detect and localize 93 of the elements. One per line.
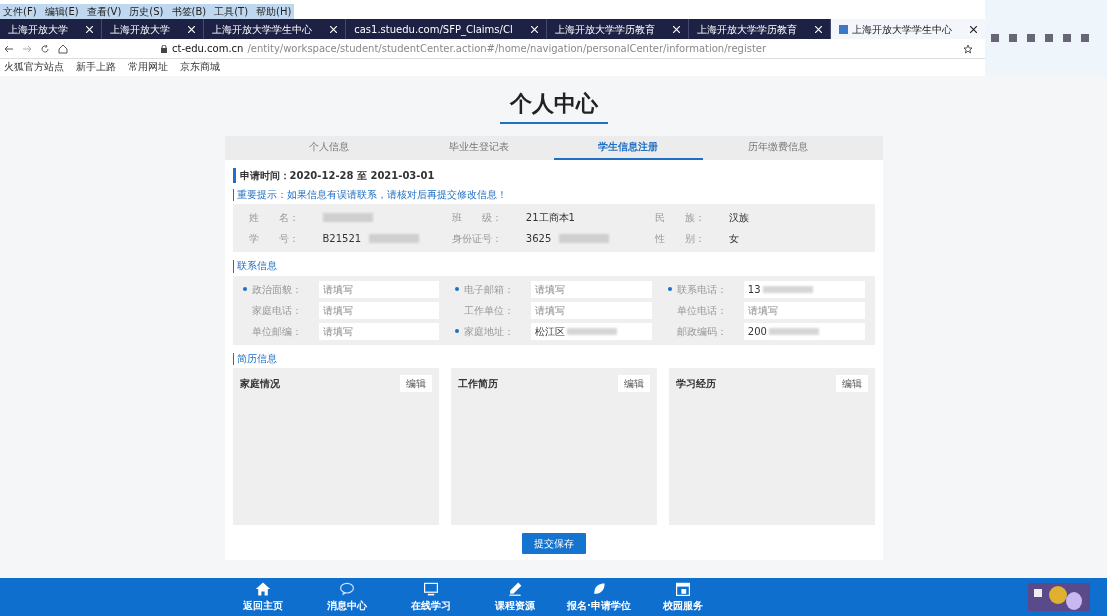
chat-bubble-icon [339,581,355,597]
back-arrow-icon[interactable] [4,43,14,54]
field-label: 联系电话： [676,282,728,297]
section-title: 联系信息 [232,260,277,273]
tab-title: 上海开放大学学生中心 [851,22,953,37]
input-field[interactable]: 请填写 [743,301,865,319]
bookmark[interactable]: 火狐官方站点 [4,59,64,74]
field-label: 单位电话： [676,303,728,318]
submit-button[interactable]: 提交保存 [521,533,586,554]
star-icon[interactable] [963,43,973,54]
field-label: 民 族： [655,211,707,225]
nav-button[interactable]: 在线学习 [393,581,469,613]
browser-tab[interactable]: 上海开放大学 [102,19,205,39]
field-label: 单位邮编： [251,324,303,339]
field-label: 工作单位： [464,303,516,318]
input-field[interactable]: 请填写 [318,301,440,319]
nav-button[interactable]: 报名·申请学位 [561,581,637,613]
tab-title: 上海开放大学 [8,22,69,37]
field-label: 身份证号： [451,232,503,246]
tab-title: 上海开放大学学历教育 [554,22,656,37]
input-field[interactable]: 请填写 [531,301,652,319]
menu-item[interactable]: 文件(F) [3,6,37,17]
tab-title: cas1.stuedu.com/SFP_Claims/Cl [354,22,514,37]
url-host: ct-edu.com.cn [172,42,244,56]
menu-item[interactable]: 历史(S) [129,6,164,17]
page-icon [838,24,848,34]
profile-tab[interactable]: 历年缴费信息 [703,135,853,160]
browser-tab[interactable]: cas1.stuedu.com/SFP_Claims/Cl [346,19,547,39]
ime-icon[interactable] [1028,583,1090,611]
menu-item[interactable]: 帮助(H) [256,6,292,17]
monitor-icon [423,581,439,597]
leaf-icon [591,581,607,597]
browser-tab[interactable]: 上海开放大学 [0,19,103,39]
input-field[interactable]: 松江区 [531,322,652,340]
input-field[interactable]: 请填写 [318,280,440,298]
field-label: 班 级： [451,211,503,225]
card-title: 工作简历 [457,377,498,391]
browser-tab[interactable]: 上海开放大学学历教育 [688,19,831,39]
browser-tab[interactable]: 上海开放大学学历教育 [546,19,689,39]
field-label: 学 号： [248,232,300,246]
field-value: 21工商本1 [525,211,575,225]
field-value: B21521 [322,232,362,246]
field-label: 电子邮箱： [464,282,516,297]
field-label: 政治面貌： [251,282,303,297]
menu-item[interactable]: 查看(V) [86,6,122,17]
field-value: 汉族 [729,211,750,225]
bookmark[interactable]: 京东商城 [180,59,220,74]
bookmark[interactable]: 新手上路 [76,59,116,74]
edit-button[interactable]: 编辑 [399,375,432,392]
nav-button[interactable]: 消息中心 [309,581,385,613]
profile-tab[interactable]: 毕业生登记表 [404,135,554,160]
tab-title: 上海开放大学学历教育 [696,22,798,37]
pen-icon [507,581,523,597]
notice-text: 重要提示：如果信息有误请联系，请核对后再提交修改信息！ [232,188,507,201]
calendar-icon [675,581,691,597]
lock-icon [160,44,168,53]
nav-button[interactable]: 课程资源 [477,581,553,613]
tab-title: 上海开放大学 [110,22,172,37]
field-value: 3625 [525,232,552,246]
home-icon[interactable] [58,43,68,54]
browser-tab[interactable]: 上海开放大学学生中心 [830,19,985,39]
page-title: 个人中心 [499,90,608,124]
input-field[interactable]: 200 [743,322,865,340]
menu-item[interactable]: 编辑(E) [44,6,79,17]
field-label: 家庭地址： [464,324,516,339]
field-label: 性 别： [655,232,707,246]
period-value: 2020-12-28 至 2021-03-01 [289,168,435,183]
browser-tab[interactable]: 上海开放大学学生中心 [204,19,347,39]
input-field[interactable]: 请填写 [531,280,652,298]
tab-title: 上海开放大学学生中心 [212,22,314,37]
input-field[interactable]: 13 [743,280,865,298]
menu-item[interactable]: 书签(B) [171,6,207,17]
nav-button[interactable]: 校园服务 [645,581,721,613]
bookmark[interactable]: 常用网址 [128,59,168,74]
home-icon [255,581,271,597]
close-icon[interactable] [970,25,977,33]
period-label: 申请时间： [239,168,290,183]
nav-button[interactable]: 返回主页 [225,581,301,613]
url-path: /entity/workspace/student/studentCenter.action#/home/navigation/personalCenter/information/register [247,42,767,56]
field-label: 家庭电话： [251,303,303,318]
menu-item[interactable]: 工具(T) [214,6,249,17]
address-bar[interactable]: ct-edu.com.cn /entity/workspace/student/studentCenter.action#/home/navigation/personalCenter/information/register [156,40,955,57]
section-title: 简历信息 [232,352,277,365]
field-value: 女 [729,232,740,246]
field-label: 姓 名： [248,211,300,225]
edit-button[interactable]: 编辑 [617,375,650,392]
reload-icon[interactable] [40,43,50,54]
edit-button[interactable]: 编辑 [835,375,868,392]
card-title: 家庭情况 [239,377,280,391]
input-field[interactable]: 请填写 [318,322,440,340]
field-label: 邮政编码： [676,324,728,339]
profile-tab[interactable]: 个人信息 [254,135,404,160]
card-title: 学习经历 [675,377,716,391]
